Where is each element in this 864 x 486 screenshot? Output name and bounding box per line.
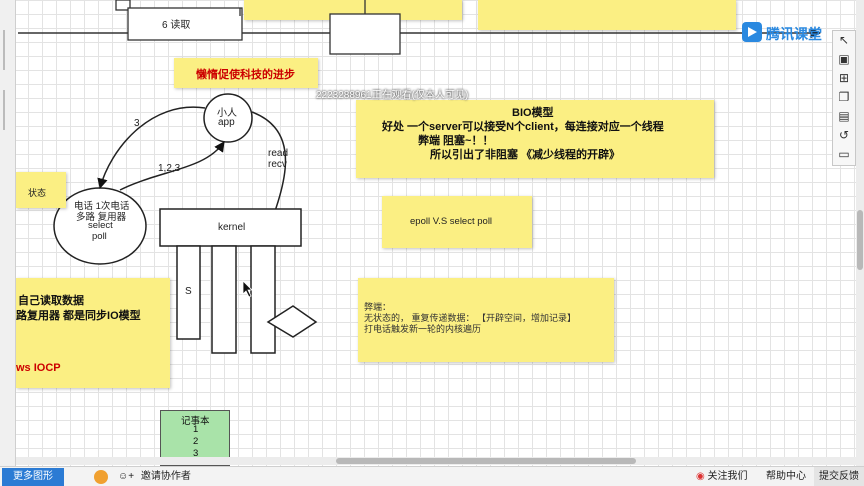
document-icon[interactable]: ❐ [833,88,855,107]
notebook-item-2: 2 [193,436,199,447]
left-note-line-1: 自己读取数据 [18,295,84,307]
viewer-watermark: 2223288961正在观看(仅本人可见) [316,90,469,101]
epoll-note[interactable]: epoll V.S select poll [382,196,532,248]
horizontal-scroll-thumb[interactable] [336,458,636,464]
kernel-label: kernel [218,222,246,233]
left-toolbar-handle[interactable] [3,90,11,130]
recv-label: recv [268,159,287,170]
submit-feedback-button[interactable]: 提交反馈 [814,467,864,486]
invite-collaborator-button[interactable]: ☺+ 邀请协作者 [118,467,198,486]
notebook-item-1: 1 [193,424,199,435]
mouse-cursor-icon [242,280,253,298]
left-note-line-2: 路复用器 都是同步IO模型 [16,310,141,322]
orange-note-text: 懒惰促使科技的进步 [196,69,295,81]
plus-square-icon[interactable]: ⊞ [833,69,855,88]
right-toolbar: ↖ ▣ ⊞ ❐ ▤ ↺ ▭ [832,30,856,166]
weibo-icon: ◉ [696,471,705,482]
arrow-123-label: 1,2,3 [158,163,181,174]
socket-s-label: S [185,286,192,297]
horizontal-scrollbar[interactable] [16,457,856,465]
drawback-line-3: 打电话触发新一轮的内核遍历 [364,324,482,334]
bio-note-line-3: 所以引出了非阻塞 《减少线程的开辟》 [430,149,621,161]
phone-circle-line-3: select [88,220,113,231]
comment-icon[interactable]: ▭ [833,145,855,164]
left-sync-io-note[interactable]: 自己读取数据 路复用器 都是同步IO模型 ws IOCP [16,278,170,388]
logo-mark-icon [742,22,762,42]
tencent-classroom-logo: 腾讯课堂 [742,22,842,42]
app-circle-label-2: app [218,117,235,128]
bottom-bar: 更多图形 ☺+ 邀请协作者 ◉ 关注我们 帮助中心 提交反馈 [0,466,864,486]
epoll-note-text: epoll V.S select poll [410,216,493,227]
vertical-scrollbar[interactable] [856,0,864,466]
vertical-scroll-thumb[interactable] [857,210,863,270]
help-center-button[interactable]: 帮助中心 [766,467,810,486]
top-box-label: 6 读取 [162,20,191,31]
orange-note[interactable]: 懒惰促使科技的进步 [174,58,318,88]
drawback-note[interactable]: 弊端： 无状态的， 重复传递数据： 【开辟空间，增加记录】 打电话触发新一轮的内… [358,278,614,362]
read-label: read [268,148,289,159]
status-note[interactable]: 状态 [16,172,66,208]
invite-label: 邀请协作者 [140,471,191,482]
history-icon[interactable]: ↺ [833,126,855,145]
cursor-icon[interactable]: ↖ [833,31,855,50]
bio-model-note[interactable]: BIO模型 好处 一个server可以接受N个client，每连接对应一个线程 … [356,100,714,178]
phone-circle-line-4: poll [92,231,107,242]
status-note-text: 状态 [28,188,47,198]
whiteboard-canvas[interactable]: 6 读取 懒惰促使科技的进步 小人 app 3 1,2,3 read recv … [0,0,864,466]
more-shapes-button[interactable]: 更多图形 [2,468,64,486]
left-note-line-3: ws IOCP [16,362,61,374]
add-user-icon: ☺+ [118,471,135,482]
left-toolbar-grip[interactable] [3,30,11,70]
logo-text: 腾讯课堂 [766,26,822,42]
follow-label: 关注我们 [707,471,748,482]
image-icon[interactable]: ▣ [833,50,855,69]
emoji-button[interactable] [94,467,112,486]
arrow-3-label: 3 [134,118,140,129]
page-icon[interactable]: ▤ [833,107,855,126]
emoji-icon [94,470,108,484]
left-toolbar [0,0,16,466]
follow-us-button[interactable]: ◉ 关注我们 [696,467,756,486]
